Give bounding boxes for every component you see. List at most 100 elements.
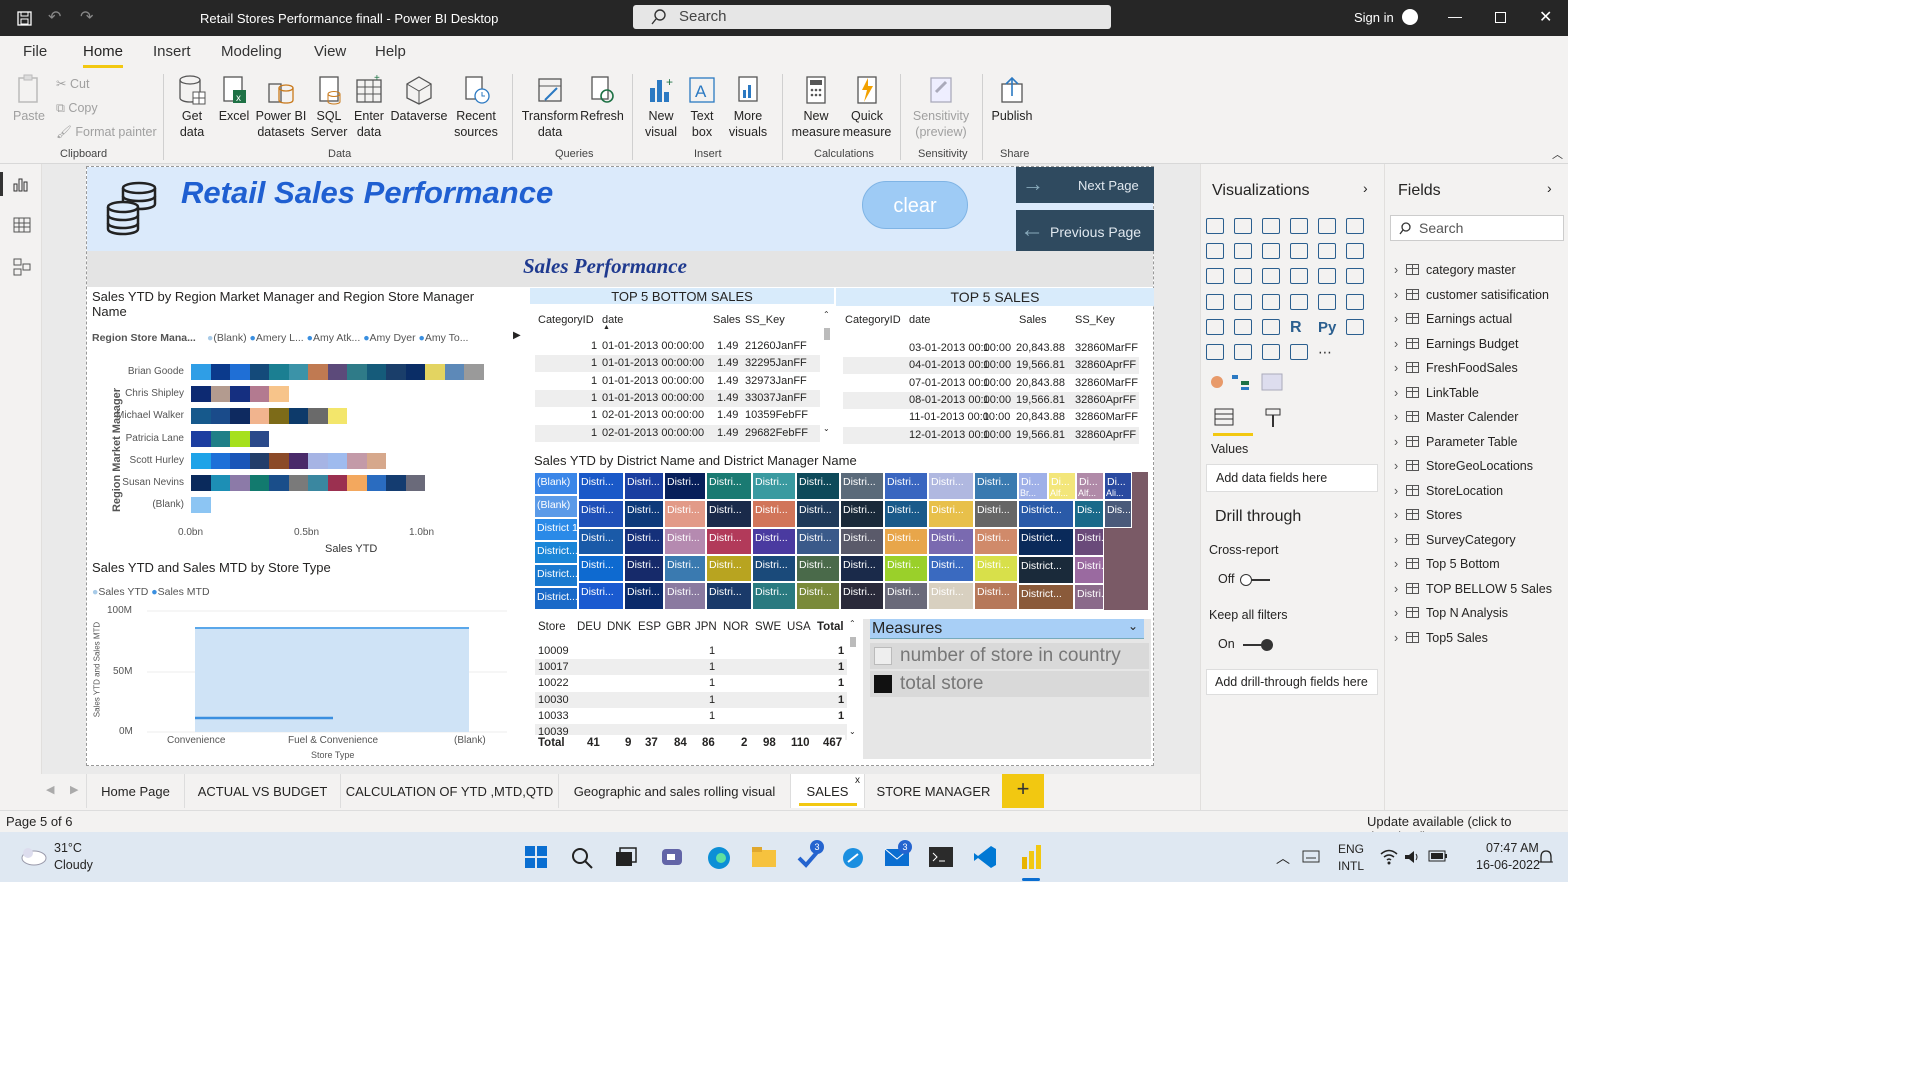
visual-type-icon[interactable] <box>1318 218 1336 234</box>
sql-server-button[interactable]: SQL Server <box>310 74 348 140</box>
bar-segment[interactable] <box>249 475 269 491</box>
bar-segment[interactable] <box>191 430 211 447</box>
bar-segment[interactable] <box>249 430 269 447</box>
field-table-item[interactable]: › Stores <box>1394 508 1564 526</box>
bar-segment[interactable] <box>230 386 250 403</box>
volume-icon[interactable] <box>1404 849 1420 865</box>
drill-through-dropzone[interactable]: Add drill-through fields here <box>1206 669 1378 695</box>
edge-icon[interactable] <box>706 845 732 871</box>
visual-type-icon[interactable] <box>1262 319 1280 335</box>
chevron-right-icon[interactable]: › <box>1394 533 1398 547</box>
visual-type-icon[interactable] <box>1234 344 1252 360</box>
bar-segment[interactable] <box>308 364 328 380</box>
bar-segment[interactable] <box>308 475 328 491</box>
search-box[interactable]: Search <box>633 5 1111 29</box>
menu-help[interactable]: Help <box>375 43 406 60</box>
visual-type-icon[interactable] <box>1262 243 1280 259</box>
data-view-icon[interactable] <box>13 217 31 233</box>
text-box-button[interactable]: A Text box <box>684 74 720 140</box>
power-bi-icon[interactable] <box>1018 843 1044 871</box>
treemap-cell[interactable]: District... <box>1018 584 1074 610</box>
treemap-cell[interactable]: Distri... <box>928 582 974 610</box>
chevron-right-icon[interactable]: › <box>1394 606 1398 620</box>
bar-segment[interactable] <box>191 452 211 469</box>
bar-segment[interactable] <box>230 475 250 491</box>
refresh-button[interactable]: Refresh <box>580 74 624 124</box>
treemap-cell[interactable]: District... <box>1018 528 1074 556</box>
treemap-cell[interactable]: Distri... <box>624 472 664 500</box>
keyboard-icon[interactable] <box>1302 850 1320 864</box>
treemap-cell[interactable]: Distri... <box>884 555 928 582</box>
bar-segment[interactable] <box>210 408 230 425</box>
treemap-cell[interactable]: Distri... <box>664 500 706 528</box>
treemap-cell[interactable]: Distri... <box>624 500 664 528</box>
treemap-cell[interactable]: Distri... <box>578 555 624 582</box>
table-row[interactable]: 1 01-01-2013 00:00:00 1.49 21260JanFF <box>535 338 820 355</box>
table-row[interactable]: 1 02-01-2013 00:00:00 1.49 29682FebFF <box>535 424 820 442</box>
chevron-right-icon[interactable]: › <box>1394 288 1398 302</box>
input-lang[interactable]: ENG <box>1338 842 1364 856</box>
table-row[interactable]: 1 11-01-2013 00:00:00 20,843.88 32860MarFF <box>843 409 1139 427</box>
treemap-cell[interactable]: (Blank) <box>534 495 578 518</box>
decomposition-tree-icon[interactable] <box>1231 373 1253 391</box>
visual-type-icon[interactable] <box>1318 268 1336 284</box>
bar-segment[interactable] <box>230 452 250 469</box>
treemap-cell[interactable]: Distri... <box>928 555 974 582</box>
cross-report-toggle[interactable]: Off <box>1218 572 1271 586</box>
format-paint-icon[interactable] <box>1263 407 1283 429</box>
visual-type-icon[interactable] <box>1206 243 1224 259</box>
field-table-item[interactable]: › Top5 Sales <box>1394 631 1564 649</box>
more-visuals-button[interactable]: More visuals <box>722 74 774 140</box>
bar-segment[interactable] <box>366 364 386 380</box>
treemap-cell[interactable]: Distri... <box>796 500 840 528</box>
quick-measure-button[interactable]: Quick measure <box>842 74 892 140</box>
recent-sources-button[interactable]: Recent sources <box>448 74 504 140</box>
clock-date[interactable]: 16-06-2022 <box>1476 858 1540 872</box>
field-table-item[interactable]: › TOP BELLOW 5 Sales <box>1394 582 1564 600</box>
search-icon[interactable] <box>570 846 594 870</box>
bar-segment[interactable] <box>249 364 269 380</box>
visual-type-icon[interactable] <box>1290 218 1308 234</box>
scrollbar[interactable]: ⌃ ⌄ <box>823 310 831 436</box>
get-data-button[interactable]: Get data <box>172 74 212 140</box>
visual-type-icon[interactable] <box>1262 294 1280 310</box>
visual-type-icon[interactable] <box>1262 344 1280 360</box>
visual-type-icon[interactable] <box>1234 319 1252 335</box>
treemap-cell[interactable]: Distri... <box>752 582 796 610</box>
legend-next-icon[interactable]: ▶ <box>513 330 521 341</box>
treemap-cell[interactable]: Dis... <box>1074 500 1104 528</box>
bar-segment[interactable] <box>210 475 230 491</box>
tab-actual-vs-budget[interactable]: ACTUAL VS BUDGET <box>184 774 340 808</box>
field-table-item[interactable]: › Top N Analysis <box>1394 606 1564 624</box>
model-view-icon[interactable] <box>13 258 31 276</box>
treemap-cell[interactable]: Distri... <box>578 472 624 500</box>
treemap-cell[interactable]: Distri... <box>624 582 664 610</box>
chevron-right-icon[interactable]: › <box>1394 435 1398 449</box>
bar-segment[interactable] <box>288 364 308 380</box>
treemap-cell[interactable]: Distri... <box>796 582 840 610</box>
bar-segment[interactable] <box>210 452 230 469</box>
chevron-right-icon[interactable]: › <box>1394 631 1398 645</box>
field-table-item[interactable]: › StoreGeoLocations <box>1394 459 1564 477</box>
field-table-item[interactable]: › SurveyCategory <box>1394 533 1564 551</box>
collapse-fields-icon[interactable]: › <box>1547 180 1552 196</box>
checkbox-unchecked[interactable] <box>874 647 892 665</box>
field-table-item[interactable]: › Earnings Budget <box>1394 337 1564 355</box>
visual-type-icon[interactable] <box>1206 218 1224 234</box>
treemap-cell[interactable]: Distri... <box>928 472 974 500</box>
tab-sales[interactable]: SALES x <box>790 774 864 808</box>
bar-segment[interactable] <box>288 408 308 425</box>
treemap-cell[interactable]: Distri... <box>884 472 928 500</box>
treemap-cell[interactable]: Distri... <box>752 500 796 528</box>
terminal-icon[interactable] <box>928 846 954 868</box>
treemap-cell[interactable]: District... <box>534 587 578 610</box>
treemap-cell[interactable]: Distri... <box>840 500 884 528</box>
new-measure-button[interactable]: New measure <box>790 74 842 140</box>
treemap-cell[interactable]: Distri... <box>884 500 928 528</box>
chevron-right-icon[interactable]: › <box>1394 459 1398 473</box>
treemap-cell[interactable]: Distri... <box>752 528 796 555</box>
tab-store-manager[interactable]: STORE MANAGER <box>864 774 1002 808</box>
treemap-cell[interactable]: Distri... <box>664 582 706 610</box>
visual-type-icon[interactable] <box>1262 268 1280 284</box>
bar-segment[interactable] <box>191 364 211 380</box>
